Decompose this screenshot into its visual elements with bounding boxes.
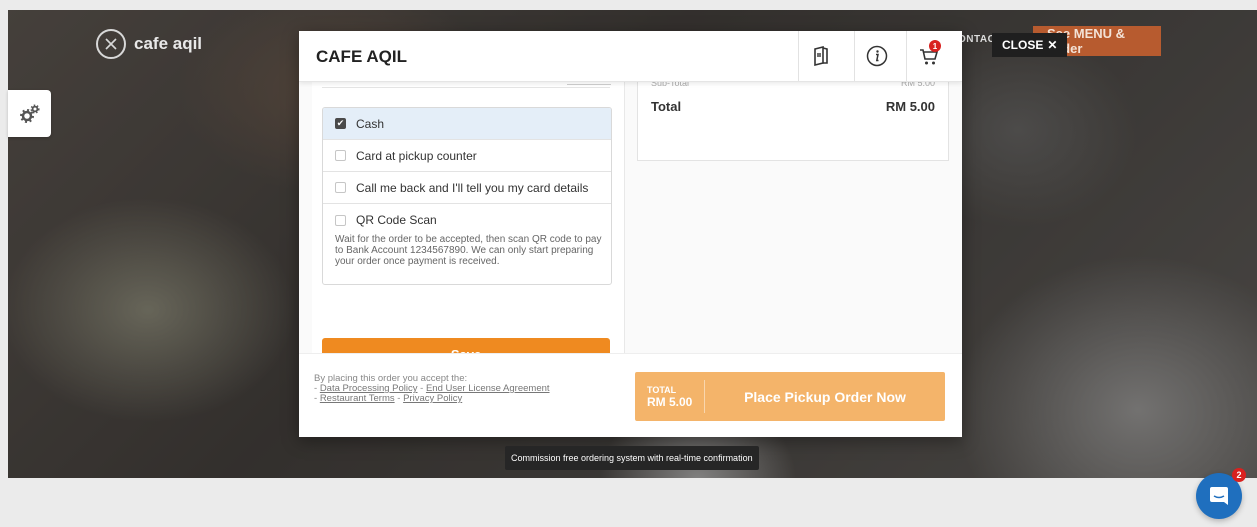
total-label: Total	[651, 99, 682, 114]
chat-icon	[1210, 487, 1228, 505]
payment-option-cash[interactable]: ✔ Cash	[323, 108, 611, 140]
payment-option-qr-code[interactable]: QR Code Scan Wait for the order to be ac…	[323, 204, 611, 284]
terms-text: By placing this order you accept the: - …	[314, 373, 550, 404]
payment-option-call-back[interactable]: Call me back and I'll tell you my card d…	[323, 172, 611, 204]
brand[interactable]: cafe aqil	[96, 29, 202, 59]
payment-method-list: ✔ Cash Card at pickup counter Call me ba…	[322, 107, 612, 285]
total-value: RM 5.00	[885, 99, 935, 114]
modal-title: CAFE AQIL	[316, 47, 407, 66]
order-summary: Sub-Total RM 5.00 Total RM 5.00	[637, 78, 949, 161]
tooltip: Commission free ordering system with rea…	[505, 446, 759, 470]
close-button[interactable]: CLOSE ✕	[992, 33, 1068, 57]
checkbox-icon[interactable]	[335, 182, 346, 193]
chat-badge: 2	[1232, 468, 1246, 482]
payment-option-label: Call me back and I'll tell you my card d…	[356, 180, 589, 195]
info-button[interactable]	[854, 31, 899, 81]
payment-option-label: Card at pickup counter	[356, 148, 477, 163]
place-total-amount: RM 5.00	[647, 394, 693, 409]
checkbox-icon[interactable]	[335, 214, 346, 226]
cutlery-logo-icon	[96, 29, 126, 59]
modal-header: CAFE AQIL 1	[299, 31, 962, 82]
qr-payment-note: Wait for the order to be accepted, then …	[335, 234, 602, 267]
menu-book-button[interactable]	[798, 31, 843, 81]
place-order-label: Place Pickup Order Now	[744, 388, 906, 405]
cart-count-badge: 1	[929, 40, 941, 52]
restaurant-terms-link[interactable]: Restaurant Terms	[320, 393, 395, 404]
modal-footer: By placing this order you accept the: - …	[299, 353, 962, 437]
payment-option-label: Cash	[356, 116, 385, 131]
privacy-policy-link[interactable]: Privacy Policy	[403, 393, 462, 404]
gears-icon	[19, 103, 40, 123]
checkbox-icon[interactable]	[335, 150, 346, 161]
close-icon: ✕	[1047, 38, 1058, 52]
place-order-button[interactable]: TOTAL RM 5.00 Place Pickup Order Now	[635, 372, 945, 421]
settings-tab[interactable]	[8, 90, 51, 137]
menu-book-icon	[814, 46, 828, 66]
place-total-label: TOTAL	[647, 384, 677, 395]
place-order-total: TOTAL RM 5.00	[635, 380, 705, 413]
order-modal: CAFE AQIL 1 ✔ Cash Card at pickup counte…	[299, 31, 962, 437]
close-label: CLOSE	[1002, 38, 1044, 52]
brand-name: cafe aqil	[134, 34, 203, 53]
divider	[322, 87, 610, 88]
payment-option-card-pickup[interactable]: Card at pickup counter	[323, 140, 611, 172]
payment-option-label: QR Code Scan	[356, 213, 437, 227]
modal-body: ✔ Cash Card at pickup counter Call me ba…	[299, 78, 962, 370]
info-icon	[866, 45, 888, 67]
total-row: Total RM 5.00	[651, 99, 935, 114]
cart-button[interactable]: 1	[906, 31, 951, 81]
checked-checkbox-icon[interactable]: ✔	[335, 118, 346, 129]
payment-panel: ✔ Cash Card at pickup counter Call me ba…	[312, 81, 625, 370]
